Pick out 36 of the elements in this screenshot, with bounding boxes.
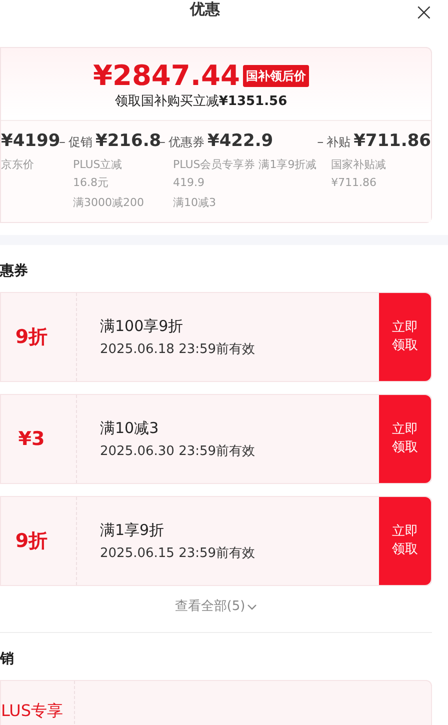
close-button[interactable]: × [414, 0, 434, 24]
breakdown-label: 优惠券 [168, 134, 204, 150]
breakdown-label: 促销 [68, 134, 92, 150]
minus-sign: – [317, 134, 324, 152]
promo-tag: LUS专享 [1, 701, 63, 721]
breakdown-amount: ¥216.8 [96, 130, 162, 152]
breakdown-note: 京东价 [1, 157, 35, 173]
breakdown-amount: ¥422.9 [208, 130, 274, 152]
breakdown-label: 补贴 [326, 134, 351, 150]
claim-button[interactable]: 立即领取 [379, 395, 431, 483]
breakdown-amount: ¥4199 [1, 130, 60, 152]
coupon-value: ¥3 [18, 426, 46, 452]
coupon-value: 9折 [15, 528, 49, 554]
coupon-condition: 满100享9折 [100, 316, 184, 337]
dialog-title: 优惠 [190, 0, 220, 18]
breakdown-note: PLUS立减 16.8元 [72, 157, 124, 191]
breakdown-note: PLUS会员专享券 满1享9折减 419.9 [172, 157, 318, 191]
minus-sign: – [159, 134, 166, 152]
minus-sign: – [59, 134, 66, 152]
coupon-condition: 满1享9折 [100, 520, 166, 541]
breakdown-note: 满10减3 [172, 195, 217, 211]
price-tag: 国补领后价 [243, 65, 309, 87]
subsidy-summary: 领取国补购买立减¥1351.56 [114, 93, 288, 111]
chevron-down-icon [247, 604, 258, 610]
coupon-condition: 满10减3 [100, 418, 160, 439]
breakdown-amount: ¥711.86 [354, 130, 431, 152]
coupon-value: 9折 [15, 324, 49, 350]
breakdown-note: 国家补贴减 ¥711.86 [330, 157, 388, 191]
coupon-validity: 2025.06.18 23:59前有效 [100, 340, 256, 358]
final-price: ¥2847.44 [92, 60, 240, 92]
coupon-validity: 2025.06.15 23:59前有效 [100, 544, 256, 562]
claim-button[interactable]: 立即领取 [379, 497, 431, 585]
claim-button[interactable]: 立即领取 [379, 293, 431, 381]
breakdown-note: 满3000减200 [72, 195, 145, 211]
coupon-validity: 2025.06.30 23:59前有效 [100, 442, 256, 460]
view-all-link[interactable]: 查看全部(5) [0, 596, 432, 618]
